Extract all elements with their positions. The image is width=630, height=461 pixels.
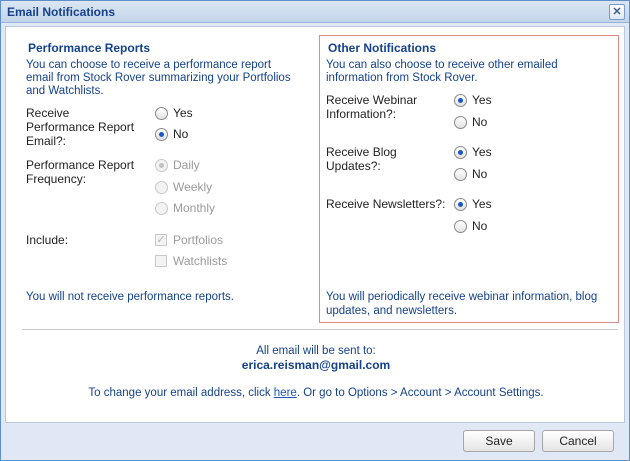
newsletter-no-option[interactable]: No [454,219,487,233]
blog-yes-option[interactable]: Yes [454,145,492,159]
dialog-title: Email Notifications [7,5,116,19]
other-status-note: You will periodically receive webinar in… [326,291,598,317]
change-email-link[interactable]: here [274,387,297,399]
radio-icon[interactable] [155,106,168,120]
change-email-prefix: To change your email address, click [88,387,274,399]
frequency-monthly-option[interactable]: Monthly [155,201,215,215]
performance-reports-description: You can choose to receive a performance … [26,59,291,97]
webinar-yes-option[interactable]: Yes [454,93,492,107]
option-label: No [173,127,189,141]
option-label: No [472,219,488,233]
cancel-button[interactable]: Cancel [542,430,614,452]
radio-checked-icon[interactable] [155,127,168,141]
blog-no-option[interactable]: No [454,167,487,181]
radio-icon[interactable] [155,180,168,194]
radio-checked-icon[interactable] [454,145,467,159]
include-watchlists-checkbox[interactable]: Watchlists [155,254,227,268]
webinar-no-option[interactable]: No [454,115,487,129]
dialog-titlebar[interactable]: Email Notifications ✕ [1,1,629,23]
option-label: Weekly [173,180,213,194]
report-frequency-label: Performance Report Frequency: [26,158,135,186]
radio-icon[interactable] [155,201,168,215]
receive-webinar-label: Receive Webinar Information?: [326,93,418,121]
option-label: Monthly [173,201,216,215]
dialog-body: Performance Reports You can choose to re… [5,26,625,423]
newsletter-yes-option[interactable]: Yes [454,197,492,211]
option-label: Yes [173,106,193,120]
email-sent-to-label: All email will be sent to: [256,345,376,357]
option-label: Watchlists [173,254,228,268]
radio-icon[interactable] [454,219,467,233]
change-email-instructions: To change your email address, click here… [6,387,626,399]
radio-icon[interactable] [454,115,467,129]
performance-status-note: You will not receive performance reports… [26,291,234,303]
email-address: erica.reisman@gmail.com [241,358,391,372]
include-label: Include: [26,233,69,247]
other-notifications-heading: Other Notifications [328,41,437,55]
other-notifications-description: You can also choose to receive other ema… [326,59,558,84]
close-icon[interactable]: ✕ [609,4,625,20]
radio-checked-icon[interactable] [454,93,467,107]
receive-blog-label: Receive Blog Updates?: [326,145,397,173]
include-portfolios-checkbox[interactable]: ✓ Portfolios [155,233,223,247]
change-email-suffix: . Or go to Options > Account > Account S… [296,387,544,399]
save-button[interactable]: Save [463,430,535,452]
option-label: Portfolios [173,233,224,247]
performance-reports-heading: Performance Reports [28,41,151,55]
receive-performance-yes-option[interactable]: Yes [155,106,193,120]
email-notifications-dialog: Email Notifications ✕ Performance Report… [0,0,630,461]
receive-performance-no-option[interactable]: No [155,127,188,141]
radio-checked-icon[interactable] [454,197,467,211]
receive-performance-label: Receive Performance Report Email?: [26,106,135,148]
option-label: No [472,115,488,129]
radio-checked-icon[interactable] [155,158,168,172]
option-label: Yes [472,197,492,211]
receive-newsletters-label: Receive Newsletters?: [326,197,446,211]
checkbox-icon[interactable] [155,255,167,267]
frequency-daily-option[interactable]: Daily [155,158,200,172]
section-divider [22,329,618,330]
checkbox-checked-icon[interactable]: ✓ [155,234,167,246]
frequency-weekly-option[interactable]: Weekly [155,180,212,194]
option-label: Yes [472,145,492,159]
option-label: Yes [472,93,492,107]
option-label: No [472,167,488,181]
option-label: Daily [173,158,200,172]
radio-icon[interactable] [454,167,467,181]
